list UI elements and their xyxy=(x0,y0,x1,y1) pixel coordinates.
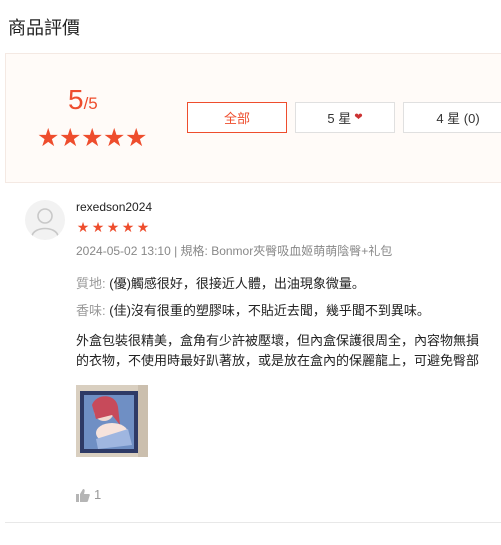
page-title: 商品評價 xyxy=(8,18,80,38)
like-button[interactable]: 1 xyxy=(76,487,101,502)
average-score: 5 xyxy=(68,84,84,115)
average-max: /5 xyxy=(83,94,98,113)
filter-4-star-button[interactable]: 4 星 (0) xyxy=(403,102,501,133)
filter-label: 5 星 xyxy=(327,111,352,126)
filter-label: 4 星 (0) xyxy=(436,111,480,126)
heart-emoji-icon: ❤ xyxy=(354,112,363,123)
star-icon: ★ xyxy=(125,124,148,152)
average-stars: ★ ★ ★ ★ ★ xyxy=(37,124,148,152)
star-icon: ★ xyxy=(81,124,104,152)
attribute-key: 質地: xyxy=(76,276,106,291)
star-icon: ★ xyxy=(136,219,150,235)
filter-all-button[interactable]: 全部 xyxy=(187,102,287,133)
comment-line: 的衣物，不使用時最好趴著放，或是放在盒內的保麗龍上，可避免臀部 xyxy=(76,353,480,368)
review-attribute: 香味: (佳)沒有很重的塑膠味，不貼近去聞，幾乎聞不到異味。 xyxy=(76,300,430,319)
review-photo-thumbnail[interactable] xyxy=(76,385,148,457)
filter-5-star-button[interactable]: 5 星 ❤ xyxy=(295,102,395,133)
star-icon: ★ xyxy=(59,124,82,152)
review-comment: 外盒包裝很精美，盒角有少許被壓壞，但內盒保護很周全，內容物無損 的衣物，不使用時… xyxy=(76,331,501,371)
average-rating: 5/5 xyxy=(68,84,98,116)
review-stars: ★ ★ ★ ★ ★ xyxy=(76,220,150,234)
attribute-key: 香味: xyxy=(76,303,106,318)
star-icon: ★ xyxy=(37,124,60,152)
star-icon: ★ xyxy=(121,219,135,235)
thumbs-up-icon xyxy=(76,488,90,502)
review-username[interactable]: rexedson2024 xyxy=(76,200,152,214)
review-divider xyxy=(5,522,501,523)
like-count: 1 xyxy=(94,487,102,502)
attribute-value: (佳)沒有很重的塑膠味，不貼近去聞，幾乎聞不到異味。 xyxy=(105,303,430,318)
user-icon xyxy=(31,208,59,237)
review-attribute: 質地: (優)觸感很好，很接近人體，出油現象微量。 xyxy=(76,273,365,292)
star-icon: ★ xyxy=(103,124,126,152)
comment-line: 外盒包裝很精美，盒角有少許被壓壞，但內盒保護很周全，內容物無損 xyxy=(76,333,480,348)
attribute-value: (優)觸感很好，很接近人體，出油現象微量。 xyxy=(105,276,365,291)
review-meta: 2024-05-02 13:10 | 規格: Bonmor夾臀吸血姬萌萌陰臀+礼… xyxy=(76,244,393,258)
star-icon: ★ xyxy=(76,219,90,235)
star-icon: ★ xyxy=(106,219,120,235)
filter-label: 全部 xyxy=(223,111,250,126)
avatar[interactable] xyxy=(25,200,65,240)
product-photo-image xyxy=(76,385,148,457)
star-icon: ★ xyxy=(91,219,105,235)
